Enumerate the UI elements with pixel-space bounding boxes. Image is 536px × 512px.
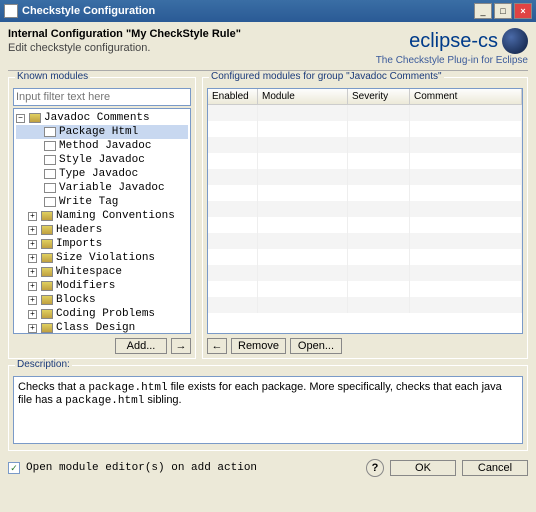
folder-icon (29, 113, 41, 123)
module-icon (44, 141, 56, 151)
arrow-left-button[interactable]: ← (207, 338, 227, 354)
window-icon (4, 4, 18, 18)
open-editor-checkbox[interactable]: ✓ (8, 462, 20, 474)
filter-input[interactable] (13, 88, 191, 106)
known-modules-title: Known modules (15, 71, 90, 82)
page-subtitle: Edit checkstyle configuration. (8, 42, 376, 54)
table-body (208, 105, 522, 321)
folder-icon (41, 225, 53, 235)
maximize-button[interactable]: □ (494, 3, 512, 19)
description-group: Description: Checks that a package.html … (8, 365, 528, 451)
folder-icon (41, 267, 53, 277)
cancel-button[interactable]: Cancel (462, 460, 528, 476)
tree-category-imports[interactable]: +Imports (16, 237, 188, 251)
table-row[interactable] (208, 169, 522, 185)
column-severity[interactable]: Severity (348, 89, 410, 104)
minimize-button[interactable]: _ (474, 3, 492, 19)
tree-item-write-tag[interactable]: Write Tag (16, 195, 188, 209)
page-title: Internal Configuration "My CheckStyle Ru… (8, 28, 376, 40)
column-module[interactable]: Module (258, 89, 348, 104)
tree-category-headers[interactable]: +Headers (16, 223, 188, 237)
module-icon (44, 169, 56, 179)
configured-modules-group: Configured modules for group "Javadoc Co… (202, 77, 528, 359)
modules-table[interactable]: Enabled Module Severity Comment (207, 88, 523, 334)
folder-icon (41, 253, 53, 263)
tree-item-package-html[interactable]: Package Html (16, 125, 188, 139)
tree-category-coding-problems[interactable]: +Coding Problems (16, 307, 188, 321)
expander-icon[interactable]: + (28, 226, 37, 235)
table-row[interactable] (208, 153, 522, 169)
table-row[interactable] (208, 217, 522, 233)
tree-category-modifiers[interactable]: +Modifiers (16, 279, 188, 293)
brand-name: eclipse-cs (409, 30, 498, 53)
module-icon (44, 127, 56, 137)
tree-item-variable-javadoc[interactable]: Variable Javadoc (16, 181, 188, 195)
expander-icon[interactable]: + (28, 310, 37, 319)
folder-icon (41, 309, 53, 319)
table-row[interactable] (208, 105, 522, 121)
folder-icon (41, 295, 53, 305)
expander-icon[interactable]: + (28, 240, 37, 249)
tree-item-type-javadoc[interactable]: Type Javadoc (16, 167, 188, 181)
table-row[interactable] (208, 121, 522, 137)
table-row[interactable] (208, 297, 522, 313)
table-row[interactable] (208, 233, 522, 249)
folder-icon (41, 281, 53, 291)
expander-icon[interactable]: + (28, 268, 37, 277)
ok-button[interactable]: OK (390, 460, 456, 476)
description-title: Description: (15, 359, 72, 370)
description-text: Checks that a package.html file exists f… (13, 376, 523, 444)
tree-category-size-violations[interactable]: +Size Violations (16, 251, 188, 265)
table-row[interactable] (208, 185, 522, 201)
close-button[interactable]: × (514, 3, 532, 19)
table-row[interactable] (208, 249, 522, 265)
table-row[interactable] (208, 137, 522, 153)
expander-icon[interactable]: − (16, 114, 25, 123)
expander-icon[interactable]: + (28, 296, 37, 305)
tree-category-javadoc[interactable]: −Javadoc Comments (16, 111, 188, 125)
expander-icon[interactable]: + (28, 282, 37, 291)
remove-button[interactable]: Remove (231, 338, 286, 354)
window-titlebar: Checkstyle Configuration _ □ × (0, 0, 536, 22)
table-row[interactable] (208, 201, 522, 217)
expander-icon[interactable]: + (28, 324, 37, 333)
folder-icon (41, 211, 53, 221)
brand-logo: eclipse-cs The Checkstyle Plug-in for Ec… (376, 28, 528, 66)
folder-icon (41, 323, 53, 333)
configured-modules-title: Configured modules for group "Javadoc Co… (209, 71, 444, 82)
module-tree[interactable]: −Javadoc CommentsPackage HtmlMethod Java… (13, 108, 191, 334)
expander-icon[interactable]: + (28, 254, 37, 263)
table-row[interactable] (208, 281, 522, 297)
folder-icon (41, 239, 53, 249)
expander-icon[interactable]: + (28, 212, 37, 221)
known-modules-group: Known modules −Javadoc CommentsPackage H… (8, 77, 196, 359)
tree-item-method-javadoc[interactable]: Method Javadoc (16, 139, 188, 153)
column-comment[interactable]: Comment (410, 89, 522, 104)
tree-item-style-javadoc[interactable]: Style Javadoc (16, 153, 188, 167)
table-row[interactable] (208, 265, 522, 281)
brand-tagline: The Checkstyle Plug-in for Eclipse (376, 55, 528, 66)
help-button[interactable]: ? (366, 459, 384, 477)
module-icon (44, 183, 56, 193)
tree-category-naming-conventions[interactable]: +Naming Conventions (16, 209, 188, 223)
window-title: Checkstyle Configuration (22, 5, 472, 17)
tree-category-whitespace[interactable]: +Whitespace (16, 265, 188, 279)
arrow-right-button[interactable]: → (171, 338, 191, 354)
open-button[interactable]: Open... (290, 338, 342, 354)
brand-orb-icon (502, 28, 528, 54)
tree-category-class-design[interactable]: +Class Design (16, 321, 188, 334)
add-button[interactable]: Add... (115, 338, 167, 354)
column-enabled[interactable]: Enabled (208, 89, 258, 104)
module-icon (44, 197, 56, 207)
open-editor-label: Open module editor(s) on add action (26, 462, 360, 474)
module-icon (44, 155, 56, 165)
tree-category-blocks[interactable]: +Blocks (16, 293, 188, 307)
